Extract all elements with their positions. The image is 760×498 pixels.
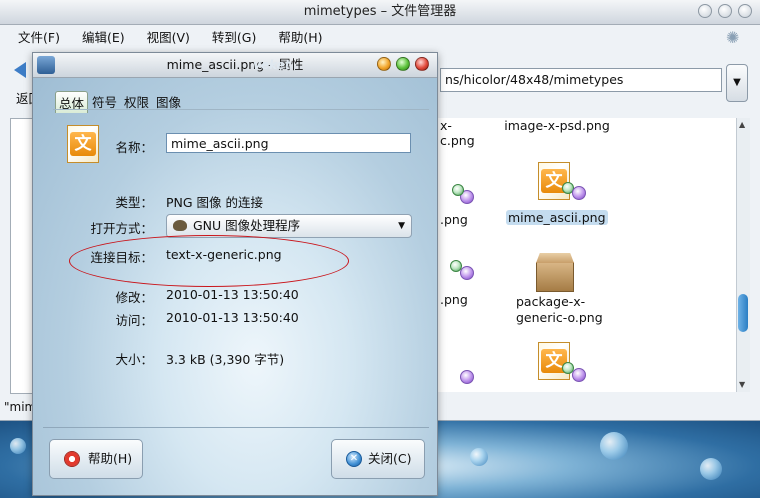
- file-item[interactable]: 文: [504, 340, 608, 390]
- menubar: 文件(F) 编辑(E) 视图(V) 转到(G) 帮助(H): [0, 24, 760, 48]
- type-label: 类型：: [115, 195, 153, 210]
- name-label: 名称：: [115, 140, 153, 155]
- file-icon-view[interactable]: x- c.png image-x-psd.png .png 文 mime_asc…: [438, 118, 736, 392]
- modified-value: 2010-01-13 13:50:40: [166, 287, 299, 302]
- file-item-label: .png: [440, 212, 468, 227]
- package-box-icon: [536, 262, 574, 292]
- size-label: 大小：: [115, 352, 153, 367]
- water-drop-decoration: [470, 448, 488, 466]
- lifebuoy-icon: [64, 451, 80, 467]
- back-arrow-icon[interactable]: [14, 62, 26, 78]
- maximize-icon[interactable]: [396, 57, 410, 71]
- app-icon: [37, 56, 55, 74]
- window-title: mimetypes – 文件管理器: [303, 4, 457, 19]
- accessed-label: 访问：: [115, 313, 153, 328]
- link-badge-icon: [460, 370, 474, 384]
- link-badge-icon: [572, 368, 586, 382]
- file-item-label: package-x-: [516, 294, 586, 309]
- file-item-label-line2: c.png: [440, 133, 475, 148]
- accessed-value: 2010-01-13 13:50:40: [166, 310, 299, 325]
- text-file-icon: 文: [538, 342, 570, 380]
- properties-dialog: mime_ascii.png – 属性 veket 总体 符号 权限 图像 文 …: [32, 52, 438, 496]
- link-badge-icon: [452, 184, 464, 196]
- location-bar[interactable]: ns/hicolor/48x48/mimetypes: [440, 68, 722, 92]
- minimize-icon[interactable]: [377, 57, 391, 71]
- file-item-label: mime_ascii.png: [506, 210, 608, 225]
- scroll-up-icon[interactable]: ▲: [739, 120, 745, 129]
- maximize-icon[interactable]: [718, 4, 732, 18]
- menu-help[interactable]: 帮助(H): [278, 27, 322, 46]
- text-file-icon: 文: [538, 162, 570, 200]
- brand-watermark: veket: [253, 58, 291, 72]
- help-button[interactable]: 帮助(H): [49, 439, 143, 479]
- open-with-value: GNU 图像处理程序: [193, 218, 301, 233]
- file-item-label: .png: [440, 292, 468, 307]
- water-drop-decoration: [10, 438, 26, 454]
- window-controls: [698, 4, 752, 18]
- menu-go[interactable]: 转到(G): [212, 27, 256, 46]
- minimize-icon[interactable]: [698, 4, 712, 18]
- name-field[interactable]: [166, 133, 411, 153]
- close-icon[interactable]: [738, 4, 752, 18]
- file-item[interactable]: image-x-psd.png: [502, 118, 612, 133]
- busy-spinner-icon: ✺: [726, 28, 740, 47]
- menu-edit[interactable]: 编辑(E): [82, 27, 125, 46]
- dialog-window-controls: [377, 57, 429, 71]
- location-dropdown-button[interactable]: ▼: [726, 64, 748, 102]
- file-item-label: x-: [440, 118, 452, 133]
- water-drop-decoration: [700, 458, 722, 480]
- dialog-titlebar: mime_ascii.png – 属性 veket: [33, 53, 437, 78]
- close-button[interactable]: ✕ 关闭(C): [331, 439, 425, 479]
- close-button-label: 关闭(C): [368, 451, 412, 466]
- file-item[interactable]: x- c.png: [438, 118, 478, 148]
- file-item-selected[interactable]: 文 mime_ascii.png: [504, 162, 608, 230]
- gimp-icon: [173, 220, 187, 231]
- tab-divider: [53, 109, 429, 110]
- link-badge-icon: [572, 186, 586, 200]
- water-drop-decoration: [600, 432, 628, 460]
- menu-view[interactable]: 视图(V): [147, 27, 190, 46]
- file-item-label-line2: generic-o.png: [516, 310, 603, 325]
- help-button-label: 帮助(H): [88, 451, 133, 466]
- open-with-label: 打开方式：: [90, 221, 153, 236]
- file-item[interactable]: package-x- generic-o.png: [504, 248, 608, 328]
- link-badge-icon: [460, 266, 474, 280]
- close-x-icon: ✕: [346, 451, 362, 467]
- close-icon[interactable]: [415, 57, 429, 71]
- file-item[interactable]: .png: [438, 248, 478, 308]
- menu-file[interactable]: 文件(F): [18, 27, 60, 46]
- scrollbar-thumb[interactable]: [738, 294, 748, 332]
- link-badge-icon: [450, 260, 462, 272]
- size-value: 3.3 kB (3,390 字节): [166, 352, 285, 367]
- file-item-label: image-x-psd.png: [504, 118, 610, 133]
- file-item[interactable]: [438, 340, 478, 390]
- modified-label: 修改：: [115, 290, 153, 305]
- vertical-scrollbar[interactable]: ▲ ▼: [736, 118, 750, 392]
- chevron-down-icon: ▼: [398, 221, 405, 231]
- red-highlight-ellipse: [69, 235, 349, 287]
- scroll-down-icon[interactable]: ▼: [739, 380, 745, 389]
- type-value: PNG 图像 的连接: [166, 195, 264, 210]
- file-item[interactable]: .png: [438, 170, 478, 230]
- file-manager-titlebar: mimetypes – 文件管理器: [0, 0, 760, 25]
